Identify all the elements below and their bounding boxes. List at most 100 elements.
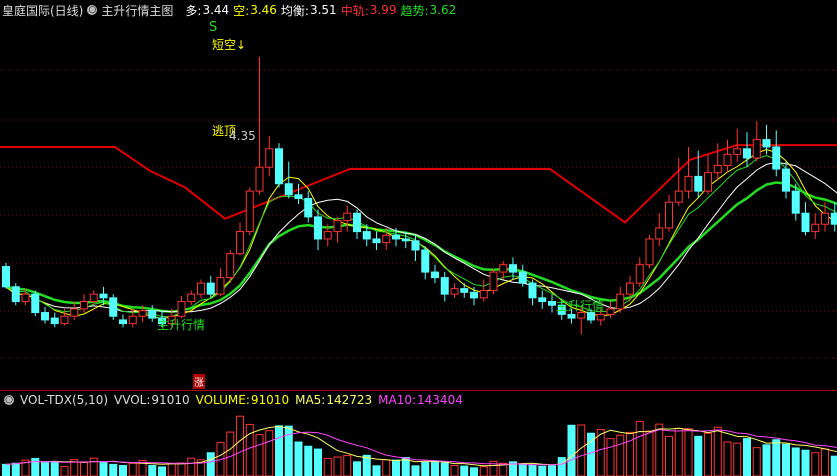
- candle-body: [538, 297, 547, 303]
- candle-body: [11, 286, 20, 303]
- junheng-label: 均衡:: [280, 3, 309, 18]
- volume-bar: [343, 455, 352, 476]
- volume-chart[interactable]: [0, 408, 837, 476]
- volume-bar: [752, 447, 761, 476]
- candle-body: [314, 216, 322, 240]
- volume-bar: [148, 465, 157, 476]
- qushi-label: 趋势:: [400, 3, 429, 18]
- volume-indicator-name[interactable]: VOL-TDX(5,10): [20, 393, 108, 407]
- candle-body: [353, 212, 361, 233]
- zhang-badge[interactable]: 涨: [193, 374, 205, 389]
- volume-bar: [538, 465, 547, 476]
- candle-body: [821, 212, 829, 225]
- volume-label: VOLUME:: [195, 393, 250, 407]
- indicator-name[interactable]: 主升行情主图: [101, 2, 173, 19]
- candle-body: [421, 249, 430, 273]
- junheng-value: 3.51: [309, 3, 337, 17]
- volume-bar: [772, 439, 781, 476]
- volume-bar: [80, 461, 88, 476]
- zhonggui-value: 3.99: [369, 3, 397, 17]
- candle-body: [470, 291, 478, 299]
- candle-body: [645, 238, 654, 266]
- candle-body: [723, 153, 732, 166]
- volume-ma10-line: [5, 429, 837, 466]
- volume-bar: [50, 461, 59, 476]
- candle-body: [528, 282, 537, 299]
- volume-bar: [616, 434, 625, 476]
- volume-bar: [626, 431, 634, 476]
- zhusheng-label-2: 主升行情: [556, 299, 605, 313]
- candle-body: [80, 301, 88, 310]
- candle-body: [294, 194, 303, 199]
- indicator-toggle-icon[interactable]: ○: [87, 5, 98, 15]
- candle-body: [41, 312, 49, 321]
- candle-body: [440, 277, 449, 295]
- panel-divider: [0, 390, 837, 391]
- candle-body: [801, 212, 810, 233]
- zhonggui-label: 中轨:: [340, 3, 369, 18]
- candle-body: [694, 175, 703, 192]
- candle-body: [284, 183, 293, 196]
- volume-bar: [743, 438, 751, 476]
- candle-body: [401, 238, 410, 242]
- duo-label: 多:: [185, 3, 202, 18]
- stock-name[interactable]: 皇庭国际(日线): [2, 2, 83, 19]
- volume-bar: [704, 432, 712, 476]
- candle-body: [216, 277, 225, 295]
- volume-bar: [226, 431, 235, 476]
- candle-body: [197, 282, 205, 295]
- candle-body: [50, 317, 59, 325]
- volume-bar: [694, 435, 703, 476]
- ma5-value: 142723: [326, 393, 373, 407]
- volume-value: 91010: [250, 393, 290, 407]
- price-chart[interactable]: [0, 20, 837, 388]
- duan-kong-label: 短空↓: [212, 38, 247, 52]
- candle-body: [635, 264, 644, 284]
- candle-body: [626, 282, 634, 295]
- candle-body: [743, 148, 751, 159]
- candle-body: [499, 264, 508, 273]
- candle-body: [275, 148, 283, 185]
- volume-bar: [733, 442, 742, 476]
- candle-body: [99, 293, 108, 299]
- candle-body: [60, 315, 69, 325]
- ma10-label: MA10:: [378, 393, 417, 407]
- candle-body: [548, 301, 556, 306]
- candle-body: [109, 297, 118, 317]
- candle-body: [89, 293, 98, 303]
- candle-body: [128, 315, 137, 325]
- volume-bar: [460, 465, 469, 476]
- volume-bar: [431, 460, 439, 476]
- volume-bar: [41, 462, 49, 476]
- volume-bar: [665, 435, 673, 476]
- candle-body: [255, 166, 264, 192]
- candle-body: [772, 146, 781, 170]
- volume-bar: [421, 461, 430, 476]
- candle-body: [343, 212, 352, 222]
- volume-bar: [782, 443, 790, 476]
- candle-body: [489, 271, 498, 291]
- volume-bar: [811, 452, 820, 476]
- volume-bar: [548, 465, 556, 476]
- vvol-value: 91010: [151, 393, 190, 407]
- candle-body: [733, 148, 742, 155]
- vvol-label: VVOL:: [114, 393, 151, 407]
- candle-body: [392, 234, 400, 240]
- kong-label: 空:: [233, 3, 250, 18]
- candle-body: [450, 288, 459, 295]
- ma5-label: MA5:: [295, 393, 326, 407]
- volume-bar: [450, 465, 459, 476]
- volume-bar: [635, 421, 644, 476]
- volume-bar: [109, 463, 118, 476]
- volume-bar: [830, 455, 837, 476]
- volume-bar: [801, 449, 810, 476]
- volume-bar: [411, 465, 420, 476]
- volume-bar: [392, 459, 400, 476]
- junheng-line: [5, 161, 837, 313]
- volume-bar: [382, 459, 391, 476]
- candle-body: [382, 234, 391, 244]
- candle-body: [372, 238, 381, 244]
- volume-bar: [314, 448, 322, 476]
- candle-body: [762, 139, 771, 148]
- volume-toggle-icon[interactable]: ○: [4, 395, 14, 405]
